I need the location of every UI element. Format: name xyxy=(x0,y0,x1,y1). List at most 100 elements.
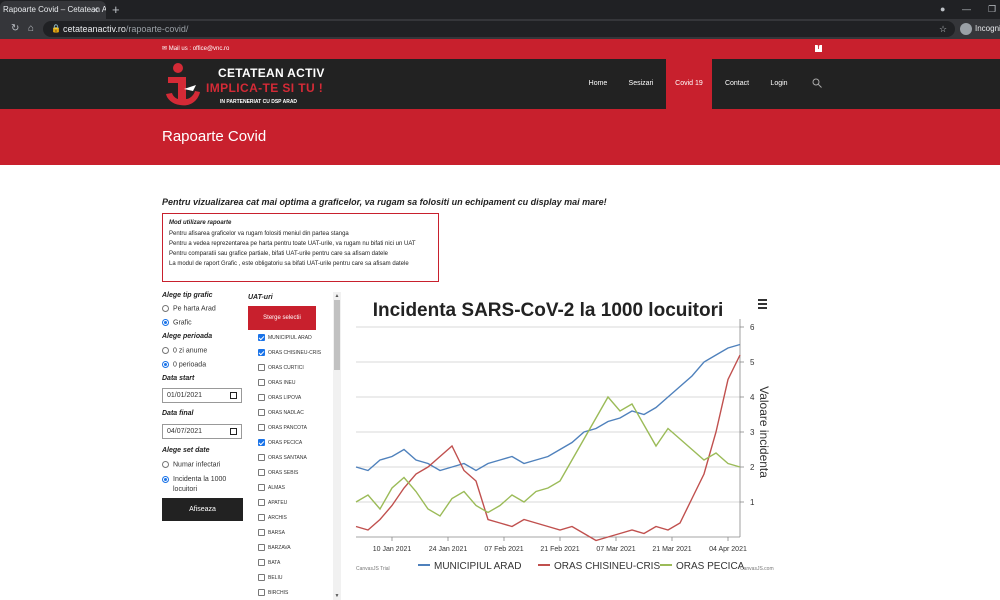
checkbox[interactable] xyxy=(258,484,265,492)
checkbox[interactable] xyxy=(258,379,265,387)
uat-item[interactable]: ORAS CHISINEU-CRIS xyxy=(258,346,330,361)
checkbox[interactable] xyxy=(258,514,265,522)
nav-covid-19[interactable]: Covid 19 xyxy=(666,59,712,109)
calendar-icon[interactable] xyxy=(230,392,237,399)
checkbox[interactable] xyxy=(258,409,265,417)
uat-item-label: ORAS INEU xyxy=(268,380,296,386)
radio-incidence[interactable]: Incidenta la 1000 locuitori xyxy=(162,475,242,495)
close-tab-icon[interactable]: ✕ xyxy=(92,1,100,19)
uat-item[interactable]: ORAS PANCOTA xyxy=(258,421,330,436)
mail-link[interactable]: ✉ Mail us : office@vnc.ro xyxy=(162,39,229,59)
profile-icon[interactable]: ● xyxy=(940,0,945,19)
radio-single-day[interactable]: 0 zi anume xyxy=(162,347,207,354)
uat-item[interactable]: APATEU xyxy=(258,496,330,511)
uat-item[interactable]: BELIU xyxy=(258,571,330,586)
uat-item[interactable]: BARSA xyxy=(258,526,330,541)
home-icon[interactable]: ⌂ xyxy=(28,19,34,39)
browser-tab[interactable]: Rapoarte Covid – Cetatean Activ ✕ xyxy=(0,1,106,19)
checkbox[interactable] xyxy=(258,394,265,402)
top-strip: ✉ Mail us : office@vnc.ro f xyxy=(0,39,1000,59)
chart-menu-icon[interactable] xyxy=(758,299,767,309)
y-tick-label: 3 xyxy=(750,428,755,437)
x-tick-label: 21 Mar 2021 xyxy=(652,546,691,553)
scroll-up-icon[interactable]: ▲ xyxy=(333,292,341,300)
minimize-icon[interactable]: — xyxy=(962,0,971,19)
uat-item[interactable]: ORAS LIPOVA xyxy=(258,391,330,406)
scroll-thumb[interactable] xyxy=(334,300,340,370)
start-date-input[interactable]: 01/01/2021 xyxy=(162,388,242,403)
uat-item[interactable]: BIRCHIS xyxy=(258,586,330,600)
uat-item-label: BIRCHIS xyxy=(268,590,289,596)
chart-type-label: Alege tip grafic xyxy=(162,292,213,299)
radio-button[interactable] xyxy=(162,461,169,468)
uat-item[interactable]: ORAS NADLAC xyxy=(258,406,330,421)
uat-scrollbar[interactable]: ▲ ▼ xyxy=(333,292,341,600)
uat-item-label: ORAS PANCOTA xyxy=(268,425,307,431)
uat-item-label: ORAS SANTANA xyxy=(268,455,307,461)
checkbox[interactable] xyxy=(258,529,265,537)
nav-contact[interactable]: Contact xyxy=(720,59,754,109)
x-tick-label: 24 Jan 2021 xyxy=(429,546,468,553)
checkbox[interactable] xyxy=(258,589,265,597)
checkbox[interactable] xyxy=(258,439,265,447)
legend-label: ORAS PECICA xyxy=(676,561,745,572)
scroll-down-icon[interactable]: ▼ xyxy=(333,592,341,600)
radio-button[interactable] xyxy=(162,305,169,312)
display-button[interactable]: Afiseaza xyxy=(162,498,243,521)
reload-icon[interactable]: ↻ xyxy=(11,19,19,39)
checkbox[interactable] xyxy=(258,559,265,567)
display-notice: Pentru vizualizarea cat mai optima a gra… xyxy=(162,197,607,207)
site-logo[interactable]: CETATEAN ACTIV IMPLICA-TE SI TU ! IN PAR… xyxy=(162,61,324,107)
checkbox[interactable] xyxy=(258,469,265,477)
nav-sesizari[interactable]: Sesizari xyxy=(622,59,660,109)
checkbox[interactable] xyxy=(258,544,265,552)
final-date-input[interactable]: 04/07/2021 xyxy=(162,424,242,439)
uat-item[interactable]: BATA xyxy=(258,556,330,571)
y-tick-label: 2 xyxy=(750,463,755,472)
uat-item[interactable]: ORAS CURTICI xyxy=(258,361,330,376)
uat-item[interactable]: ORAS SANTANA xyxy=(258,451,330,466)
uat-item[interactable]: ORAS SEBIS xyxy=(258,466,330,481)
address-bar[interactable]: 🔒 cetateanactiv.ro/rapoarte-covid/ ☆ xyxy=(43,21,955,37)
radio-button[interactable] xyxy=(162,319,169,326)
nav-login[interactable]: Login xyxy=(764,59,794,109)
checkbox[interactable] xyxy=(258,574,265,582)
radio-infections[interactable]: Numar infectari xyxy=(162,461,220,468)
radio-button[interactable] xyxy=(162,361,169,368)
calendar-icon[interactable] xyxy=(230,428,237,435)
checkbox[interactable] xyxy=(258,454,265,462)
uat-item[interactable]: ORAS PECICA xyxy=(258,436,330,451)
checkbox[interactable] xyxy=(258,364,265,372)
y-tick-label: 1 xyxy=(750,498,755,507)
clear-selection-button[interactable]: Sterge selectii xyxy=(248,306,316,330)
bookmark-star-icon[interactable]: ☆ xyxy=(939,21,947,37)
uat-item[interactable]: ORAS INEU xyxy=(258,376,330,391)
lock-icon: 🔒 xyxy=(51,24,61,33)
uat-item[interactable]: ALMAS xyxy=(258,481,330,496)
uat-item[interactable]: BARZAVA xyxy=(258,541,330,556)
uat-item-label: BELIU xyxy=(268,575,283,581)
radio-chart[interactable]: Grafic xyxy=(162,319,192,326)
new-tab-icon[interactable]: + xyxy=(112,0,120,19)
radio-button[interactable] xyxy=(162,347,169,354)
radio-period[interactable]: 0 perioada xyxy=(162,361,206,368)
checkbox[interactable] xyxy=(258,424,265,432)
radio-map[interactable]: Pe harta Arad xyxy=(162,305,216,312)
search-icon[interactable] xyxy=(812,78,822,88)
incognito-indicator[interactable]: Incognito xyxy=(960,21,1000,37)
restore-icon[interactable]: ❐ xyxy=(988,0,996,19)
radio-button[interactable] xyxy=(162,476,169,483)
checkbox[interactable] xyxy=(258,499,265,507)
info-line: Pentru comparatii sau grafice partiale, … xyxy=(169,251,388,257)
nav-home[interactable]: Home xyxy=(582,59,614,109)
uat-item-label: ARCHIS xyxy=(268,515,287,521)
checkbox[interactable] xyxy=(258,334,265,342)
uat-item[interactable]: ARCHIS xyxy=(258,511,330,526)
uat-checkbox-list: MUNICIPIUL ARAD ORAS CHISINEU-CRIS ORAS CU… xyxy=(258,331,330,600)
checkbox[interactable] xyxy=(258,349,265,357)
incognito-icon xyxy=(960,22,972,35)
uat-item[interactable]: MUNICIPIUL ARAD xyxy=(258,331,330,346)
facebook-icon[interactable]: f xyxy=(815,45,822,52)
info-title: Mod utilizare rapoarte xyxy=(169,220,232,226)
page-title: Rapoarte Covid xyxy=(162,128,267,145)
